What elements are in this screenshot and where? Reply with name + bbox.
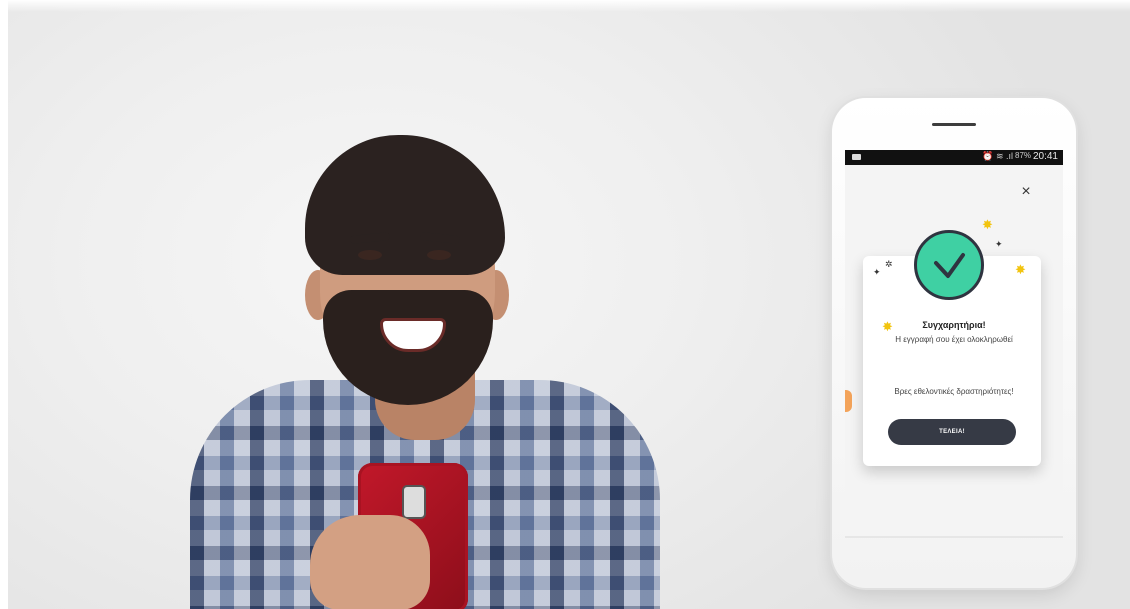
done-button[interactable]: ΤΕΛΕΙΑ!: [888, 419, 1016, 445]
phone-camera: [402, 485, 426, 519]
sparkle-icon: ✸: [1015, 262, 1026, 277]
hand: [310, 515, 430, 609]
top-edge: [0, 0, 1130, 12]
sparkle-icon: ✸: [982, 217, 993, 232]
dialog-title: Συγχαρητήρια!: [922, 320, 986, 330]
left-edge: [0, 0, 8, 609]
phone-mockup: ⏰ ≋ .ıl 87% 20:41 × ✸ ✦ ✸ ✲ ✦ ✸ Συγχαρητ…: [832, 98, 1076, 588]
phone-screen: ⏰ ≋ .ıl 87% 20:41 × ✸ ✦ ✸ ✲ ✦ ✸ Συγχαρητ…: [845, 150, 1063, 536]
phone-speaker: [932, 123, 976, 126]
close-icon[interactable]: ×: [1018, 184, 1034, 200]
smiling-man-photo: [180, 130, 680, 609]
sparkle-icon: ✲: [885, 259, 893, 269]
checkmark-icon: [934, 253, 965, 278]
find-activities-link[interactable]: Βρες εθελοντικές δραστηριότητες!: [845, 387, 1063, 396]
check-circle-icon: [914, 230, 984, 300]
status-icons: ⏰ ≋ .ıl: [982, 151, 1013, 161]
status-bar: ⏰ ≋ .ıl 87% 20:41: [845, 150, 1063, 165]
left-eye: [358, 250, 382, 260]
sparkle-icon: ✦: [995, 239, 1003, 249]
clock: 20:41: [1032, 151, 1058, 162]
right-eye: [427, 250, 451, 260]
hair: [305, 135, 505, 275]
screen-bottom-edge: [845, 536, 1063, 538]
battery-level: 87%: [1015, 151, 1032, 160]
sparkle-icon: ✦: [873, 267, 881, 277]
dialog-subtitle: Η εγγραφή σου έχει ολοκληρωθεί: [895, 335, 1013, 344]
video-icon: [852, 154, 861, 160]
